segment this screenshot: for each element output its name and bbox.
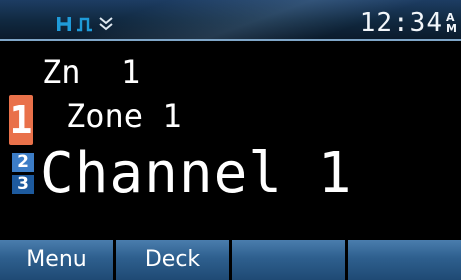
clock-ampm: A M — [446, 12, 457, 34]
softkey-3[interactable] — [232, 240, 345, 280]
channel-name: Channel 1 — [40, 141, 353, 206]
softkey-bar: Menu Deck — [0, 240, 461, 280]
pulse-icon — [76, 16, 94, 32]
zone-name: Zone 1 — [66, 97, 182, 135]
clock-time: 12:34 — [359, 8, 443, 38]
timeslot-3-badge: 3 — [12, 175, 34, 194]
timeslot-2-badge: 2 — [12, 153, 34, 172]
high-power-icon — [56, 16, 72, 32]
timeslot-indicator: 2 3 — [12, 153, 34, 195]
softkey-deck[interactable]: Deck — [116, 240, 229, 280]
status-icons — [56, 14, 114, 34]
status-bar: 12:34 A M — [0, 0, 461, 41]
zone-abbrev-number: 1 — [121, 53, 141, 91]
ampm-m: M — [446, 22, 457, 35]
softkey-4[interactable] — [348, 240, 461, 280]
chevron-double-down-icon — [98, 16, 114, 32]
softkey-menu[interactable]: Menu — [0, 240, 113, 280]
zone-abbrev-label: Zn — [42, 53, 81, 91]
zone-number-badge: 1 — [9, 95, 33, 145]
